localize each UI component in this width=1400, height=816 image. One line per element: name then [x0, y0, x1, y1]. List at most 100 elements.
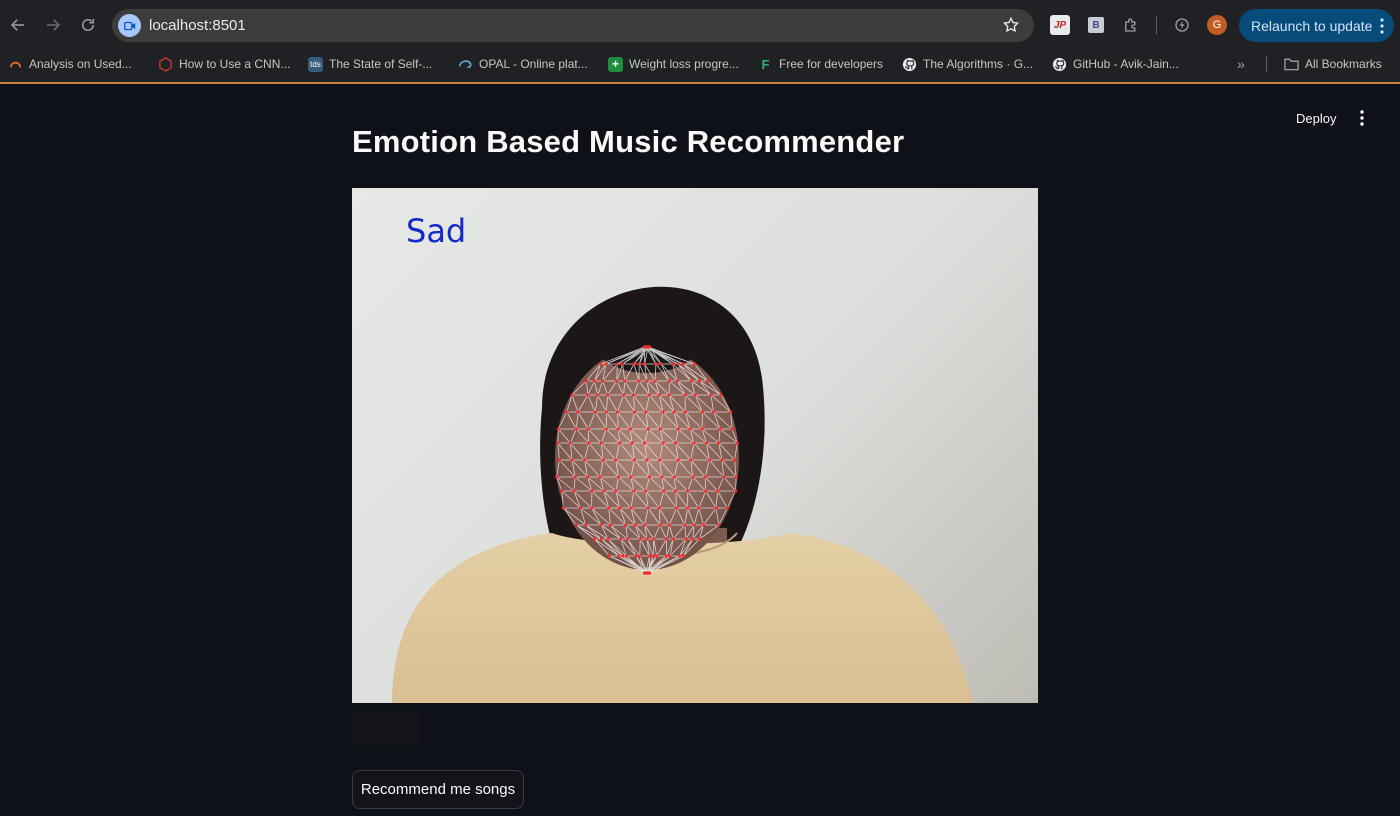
mesh-landmark-point	[661, 410, 665, 414]
performance-icon[interactable]	[1172, 15, 1192, 35]
back-button[interactable]	[5, 12, 31, 38]
mesh-landmark-point	[714, 506, 718, 510]
mesh-landmark-point	[697, 537, 702, 541]
mesh-landmark-point	[688, 427, 692, 431]
mesh-landmark-point	[616, 475, 621, 479]
address-bar[interactable]: localhost:8501	[112, 9, 1034, 42]
mesh-landmark-point	[700, 410, 705, 414]
mesh-landmark-point	[653, 379, 657, 383]
video-camera-icon	[123, 21, 135, 30]
github-icon	[902, 57, 917, 72]
sheets-icon: +	[608, 56, 623, 72]
mesh-landmark-point	[660, 475, 664, 479]
mesh-landmark-point	[667, 393, 671, 397]
mesh-landmark-point	[586, 475, 590, 479]
bookmarks-divider	[1266, 56, 1267, 72]
mesh-landmark-point	[735, 441, 739, 445]
mesh-landmark-point	[593, 410, 597, 414]
mesh-landmark-point	[607, 554, 611, 558]
mesh-landmark-point	[568, 441, 572, 445]
relaunch-button[interactable]: Relaunch to update	[1239, 9, 1394, 42]
bookmark-item[interactable]: OPAL - Online plat...	[458, 55, 588, 73]
mesh-landmark-point	[604, 410, 608, 414]
bookmark-item[interactable]: Analysis on Used...	[8, 55, 132, 73]
mesh-landmark-point	[644, 571, 648, 575]
mesh-landmark-point	[576, 410, 580, 414]
webcam-frame-image	[392, 286, 972, 703]
mesh-landmark-point	[560, 489, 564, 493]
mesh-landmark-point	[608, 523, 613, 527]
bookmark-item[interactable]: How to Use a CNN...	[158, 55, 290, 73]
mesh-landmark-point	[673, 441, 678, 445]
mesh-landmark-point	[573, 475, 577, 479]
mesh-landmark-point	[644, 345, 648, 349]
mesh-landmark-point	[557, 458, 561, 462]
reload-button[interactable]	[75, 12, 101, 38]
bookmark-item[interactable]: The Algorithms · G...	[902, 55, 1033, 73]
mesh-landmark-point	[701, 523, 706, 527]
mesh-landmark-point	[555, 475, 559, 479]
more-bookmarks-chevron-icon[interactable]: »	[1237, 55, 1245, 73]
mesh-landmark-point	[717, 441, 721, 445]
mesh-landmark-point	[711, 410, 716, 414]
mesh-landmark-point	[674, 506, 679, 510]
site-info-chip[interactable]	[118, 14, 141, 37]
mesh-landmark-point	[561, 506, 565, 510]
recommend-songs-button[interactable]: Recommend me songs	[352, 770, 524, 809]
mesh-landmark-point	[645, 537, 649, 541]
mesh-landmark-point	[733, 458, 737, 462]
mesh-landmark-point	[644, 410, 648, 414]
mesh-landmark-point	[637, 379, 641, 383]
all-bookmarks-button[interactable]: All Bookmarks	[1284, 55, 1382, 73]
extensions-puzzle-icon[interactable]	[1121, 15, 1141, 35]
mesh-landmark-point	[718, 427, 722, 431]
mesh-landmark-point	[592, 379, 597, 383]
mesh-landmark-point	[601, 379, 605, 383]
bookmark-item[interactable]: F Free for developers	[758, 55, 884, 73]
mesh-landmark-point	[670, 362, 675, 366]
mesh-landmark-point	[655, 554, 659, 558]
mesh-landmark-point	[719, 393, 723, 397]
mesh-landmark-point	[606, 537, 610, 541]
mesh-landmark-point	[697, 506, 701, 510]
mesh-landmark-point	[646, 427, 650, 431]
mesh-landmark-point	[689, 379, 693, 383]
bookmark-star-icon[interactable]	[1002, 16, 1020, 34]
forward-button[interactable]	[40, 12, 66, 38]
mesh-landmark-point	[671, 537, 675, 541]
mesh-landmark-point	[623, 379, 627, 383]
mesh-landmark-point	[599, 523, 603, 527]
mesh-landmark-point	[644, 489, 648, 493]
opal-icon	[458, 57, 473, 72]
profile-avatar[interactable]: G	[1207, 15, 1227, 35]
mesh-landmark-point	[615, 362, 619, 366]
stop-stream-button[interactable]	[352, 710, 420, 746]
mesh-landmark-point	[668, 554, 672, 558]
mesh-landmark-point	[615, 379, 619, 383]
bookmark-item[interactable]: GitHub - Avik-Jain...	[1052, 55, 1179, 73]
mesh-landmark-point	[638, 554, 642, 558]
reload-icon	[82, 19, 94, 31]
mesh-landmark-point	[675, 379, 679, 383]
f-icon: F	[761, 56, 770, 72]
mesh-landmark-point	[681, 554, 686, 558]
bookmark-item[interactable]: + Weight loss progre...	[608, 55, 739, 73]
mesh-landmark-point	[632, 458, 636, 462]
bookmark-item[interactable]: tds The State of Self-...	[308, 55, 432, 73]
mesh-landmark-point	[628, 427, 632, 431]
mesh-landmark-point	[570, 393, 574, 397]
mesh-landmark-point	[692, 362, 697, 366]
mesh-landmark-point	[734, 475, 738, 479]
mesh-landmark-point	[643, 362, 647, 366]
extension-b-icon[interactable]: B	[1086, 15, 1106, 35]
extension-jp-icon[interactable]: JP	[1050, 15, 1070, 35]
mesh-landmark-point	[625, 537, 630, 541]
mesh-landmark-point	[583, 458, 587, 462]
mesh-landmark-point	[643, 441, 647, 445]
mesh-landmark-point	[683, 393, 687, 397]
mesh-landmark-point	[703, 475, 707, 479]
mesh-landmark-point	[602, 489, 606, 493]
mesh-landmark-point	[720, 458, 724, 462]
mesh-landmark-point	[619, 537, 623, 541]
mesh-landmark-point	[590, 489, 594, 493]
